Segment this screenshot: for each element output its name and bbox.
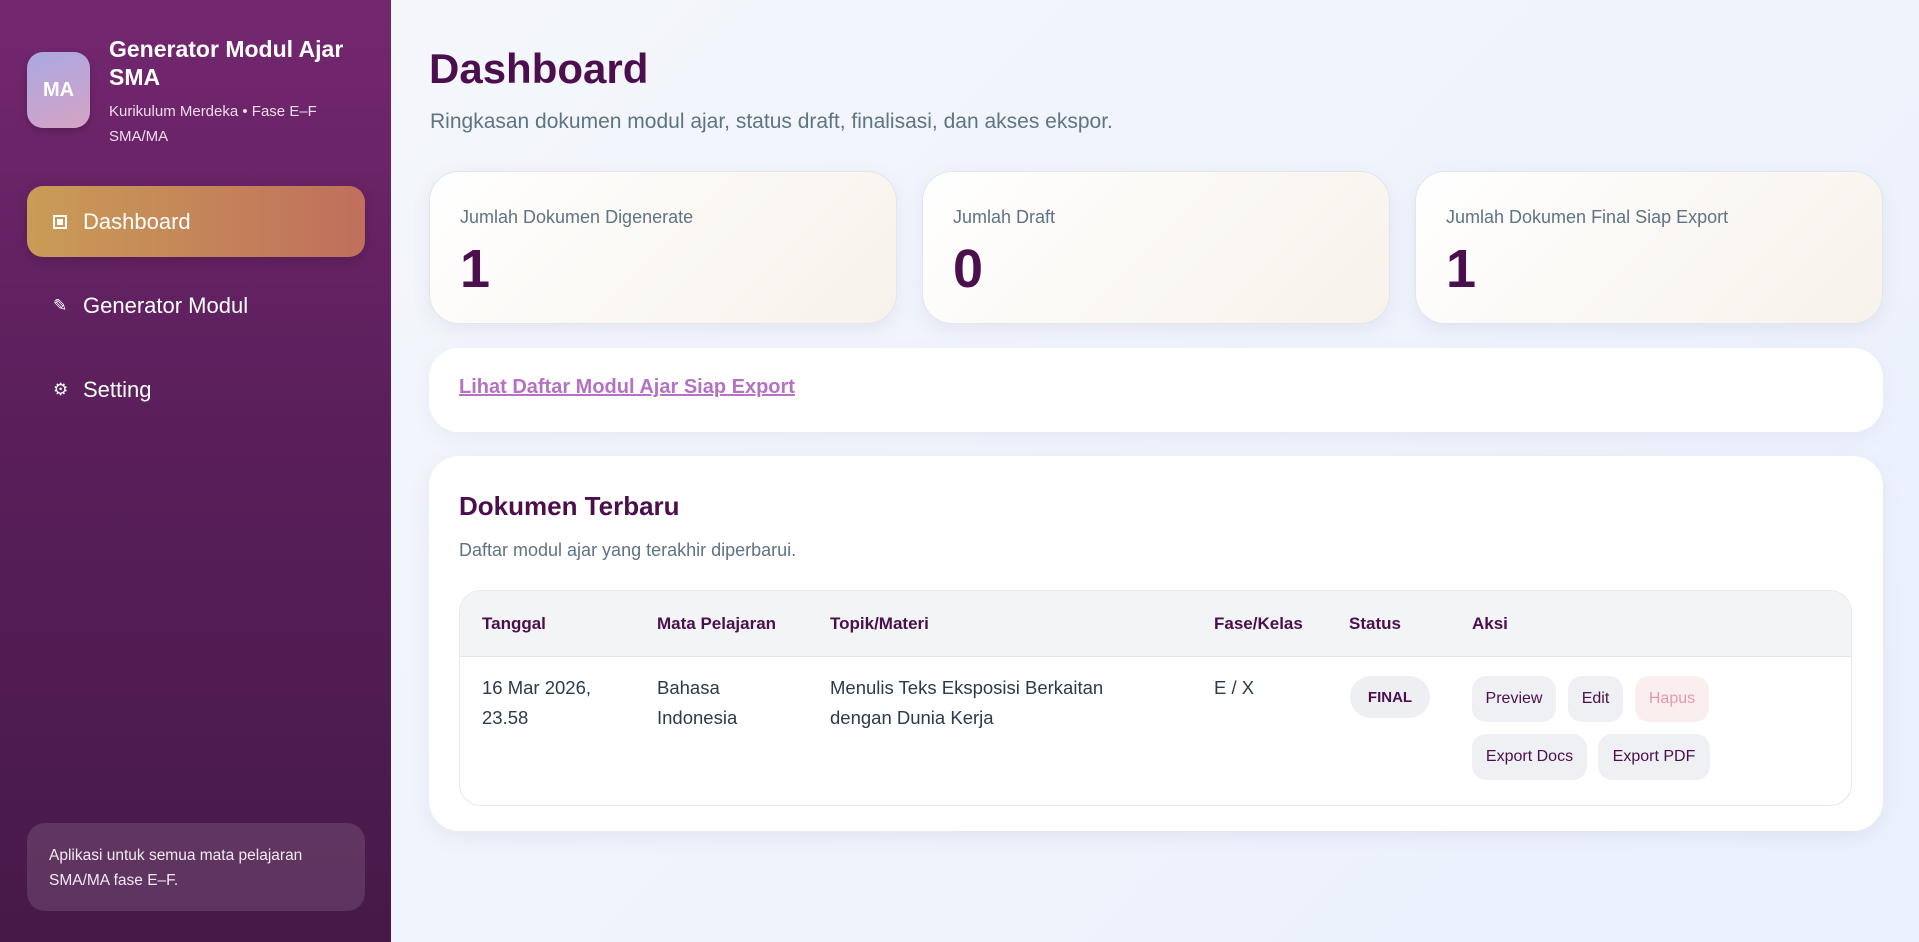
main-content: Dashboard Ringkasan dokumen modul ajar, … xyxy=(391,0,1919,942)
stat-label: Jumlah Draft xyxy=(953,207,1056,227)
sidebar-item-setting[interactable]: ⚙ Setting xyxy=(27,354,365,425)
gear-icon: ⚙ xyxy=(53,379,69,399)
dashboard-icon xyxy=(53,214,83,229)
column-header-actions: Aksi xyxy=(1472,614,1508,633)
sidebar-nav: Dashboard ✎ Generator Modul ⚙ Setting xyxy=(27,186,365,438)
pencil-icon: ✎ xyxy=(53,295,68,315)
cell-phase: E / X xyxy=(1214,677,1255,698)
section-title: Dokumen Terbaru xyxy=(459,491,680,521)
export-list-link[interactable]: Lihat Daftar Modul Ajar Siap Export xyxy=(459,376,795,399)
stat-value: 1 xyxy=(460,239,491,299)
sidebar-item-label: Dashboard xyxy=(83,208,191,234)
column-header-status: Status xyxy=(1349,614,1401,633)
recent-documents-card: Dokumen Terbaru Daftar modul ajar yang t… xyxy=(429,456,1883,831)
cell-subject-line: Indonesia xyxy=(657,707,738,728)
export-pdf-button[interactable]: Export PDF xyxy=(1598,734,1710,780)
sidebar-item-label: Setting xyxy=(83,376,152,402)
stats-row: Jumlah Dokumen Digenerate 1 Jumlah Draft… xyxy=(429,171,1883,324)
column-header-topic: Topik/Materi xyxy=(830,614,929,633)
cell-subject: Bahasa Indonesia xyxy=(657,673,737,733)
cell-date: 16 Mar 2026, 23.58 xyxy=(482,673,591,733)
column-header-phase: Fase/Kelas xyxy=(1214,614,1303,633)
delete-button[interactable]: Hapus xyxy=(1635,676,1709,722)
export-list-card: Lihat Daftar Modul Ajar Siap Export xyxy=(429,348,1883,432)
page-subtitle: Ringkasan dokumen modul ajar, status dra… xyxy=(430,110,1113,133)
app-title: Generator Modul Ajar SMA xyxy=(109,36,344,90)
sidebar-item-label: Generator Modul xyxy=(83,292,249,318)
stat-card-draft: Jumlah Draft 0 xyxy=(922,171,1390,324)
documents-table: Tanggal Mata Pelajaran Topik/Materi Fase… xyxy=(459,590,1852,806)
app-subtitle: Kurikulum Merdeka • Fase E–F SMA/MA xyxy=(109,103,317,145)
column-header-date: Tanggal xyxy=(482,614,546,633)
edit-button[interactable]: Edit xyxy=(1568,676,1623,722)
sidebar-footer-note: Aplikasi untuk semua mata pelajaran SMA/… xyxy=(27,823,365,911)
sidebar: MA Generator Modul Ajar SMA Kurikulum Me… xyxy=(0,0,391,942)
stat-value: 0 xyxy=(953,239,984,299)
app-logo: MA xyxy=(27,52,90,128)
preview-button[interactable]: Preview xyxy=(1472,676,1556,722)
cell-topic-line: Menulis Teks Eksposisi Berkaitan xyxy=(830,677,1104,698)
table-header: Tanggal Mata Pelajaran Topik/Materi Fase… xyxy=(460,591,1851,657)
cell-date-line: 23.58 xyxy=(482,707,529,728)
sidebar-item-generator-modul[interactable]: ✎ Generator Modul xyxy=(27,270,365,341)
cell-subject-line: Bahasa xyxy=(657,677,720,698)
stat-card-generated: Jumlah Dokumen Digenerate 1 xyxy=(429,171,897,324)
stat-value: 1 xyxy=(1446,239,1477,299)
sidebar-item-dashboard[interactable]: Dashboard xyxy=(27,186,365,257)
status-badge: FINAL xyxy=(1350,676,1430,718)
stat-card-final: Jumlah Dokumen Final Siap Export 1 xyxy=(1415,171,1883,324)
stat-label: Jumlah Dokumen Final Siap Export xyxy=(1446,207,1729,227)
cell-topic-line: dengan Dunia Kerja xyxy=(830,707,994,728)
export-docs-button[interactable]: Export Docs xyxy=(1472,734,1587,780)
cell-topic: Menulis Teks Eksposisi Berkaitan dengan … xyxy=(830,673,1103,733)
page-title: Dashboard xyxy=(429,45,649,92)
stat-label: Jumlah Dokumen Digenerate xyxy=(460,207,694,227)
cell-date-line: 16 Mar 2026, xyxy=(482,677,592,698)
section-subtitle: Daftar modul ajar yang terakhir diperbar… xyxy=(459,540,797,560)
column-header-subject: Mata Pelajaran xyxy=(657,614,777,633)
